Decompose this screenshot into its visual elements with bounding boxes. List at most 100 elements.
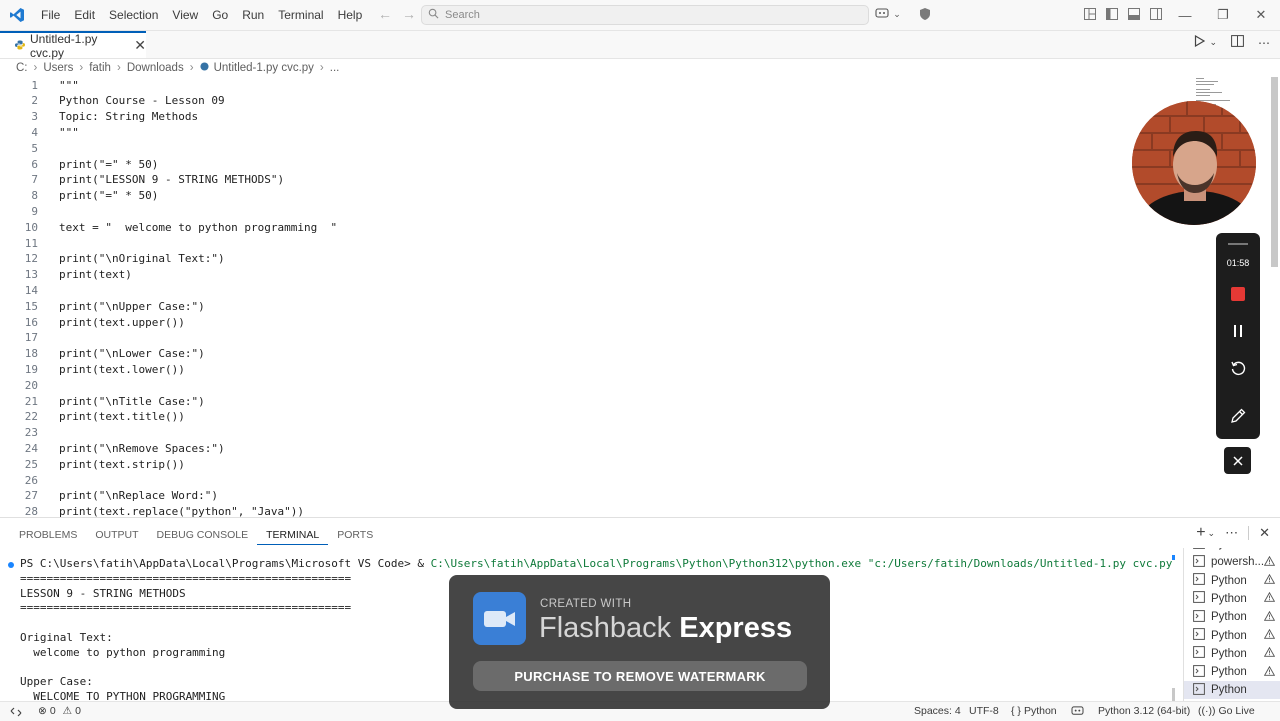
code-line[interactable]: 13 print(text) [0,267,132,283]
code-line[interactable]: 3 Topic: String Methods [0,109,198,125]
encoding-status[interactable]: UTF-8 [969,702,999,721]
accounts-shield-icon[interactable] [918,7,932,26]
command-center-search[interactable]: Search [421,5,869,25]
language-mode-status[interactable]: { } Python [1011,702,1057,721]
minimize-button[interactable]: — [1166,0,1204,30]
run-options-chevron-icon[interactable]: ⌄ [1209,37,1217,48]
menu-help[interactable]: Help [331,0,370,30]
code-editor[interactable]: 1 """ 2 Python Course - Lesson 09 3 Topic: St… [0,77,1270,518]
code-line[interactable]: 20 [0,377,38,393]
code-line[interactable]: 16 print(text.upper()) [0,314,185,330]
indentation-status[interactable]: Spaces: 4 [914,702,961,721]
more-actions-icon[interactable]: ⋯ [1258,36,1270,50]
drag-handle[interactable] [1228,243,1248,245]
toggle-primary-sidebar-icon[interactable] [1105,7,1119,26]
code-line[interactable]: 23 [0,425,38,441]
code-line[interactable]: 6 print("=" * 50) [0,156,158,172]
code-line[interactable]: 17 [0,330,38,346]
code-line[interactable]: 5 [0,140,38,156]
close-icon [1232,455,1243,466]
purchase-to-remove-watermark-button[interactable]: PURCHASE TO REMOVE WATERMARK [473,661,807,691]
code-line[interactable]: 9 [0,203,38,219]
restart-recording-button[interactable] [1216,359,1260,377]
tab-problems[interactable]: PROBLEMS [10,526,86,544]
terminal-profile-chevron-icon[interactable]: ⌄ [1208,528,1216,539]
code-line[interactable]: 8 print("=" * 50) [0,188,158,204]
terminal-instance-item[interactable]: Python [1184,590,1280,608]
close-recorder-button[interactable] [1224,447,1251,474]
menu-go[interactable]: Go [205,0,235,30]
code-line[interactable]: 18 print("\nLower Case:") [0,346,205,362]
tab-output[interactable]: OUTPUT [86,526,147,544]
code-line[interactable]: 10 text = " welcome to python programming… [0,219,337,235]
python-interpreter-status[interactable]: Python 3.12 (64-bit) [1098,702,1190,721]
editor-scrollbar[interactable] [1271,77,1278,267]
chevron-down-icon[interactable]: ⌄ [893,9,901,20]
breadcrumb-downloads[interactable]: Downloads [127,62,184,74]
toggle-secondary-sidebar-icon[interactable] [1149,7,1163,26]
code-line[interactable]: 2 Python Course - Lesson 09 [0,93,224,109]
tab-terminal[interactable]: TERMINAL [257,526,329,545]
breadcrumb-drive[interactable]: C: [16,62,28,74]
menu-selection[interactable]: Selection [102,0,165,30]
code-line[interactable]: 22 print(text.title()) [0,409,185,425]
close-tab-icon[interactable]: ✕ [134,37,146,54]
terminal-instance-item[interactable]: Python [1184,681,1280,700]
code-line[interactable]: 14 [0,282,38,298]
tab-debug-console[interactable]: DEBUG CONSOLE [148,526,258,544]
back-arrow-icon[interactable]: ← [378,6,392,22]
stop-recording-button[interactable] [1216,287,1260,301]
code-line[interactable]: 21 print("\nTitle Case:") [0,393,205,409]
breadcrumb-symbols[interactable]: ... [330,62,340,74]
tab-untitled-1[interactable]: Untitled-1.py cvc.py ✕ [0,31,146,60]
terminal-instance-item[interactable]: Python [1184,548,1280,553]
forward-arrow-icon[interactable]: → [402,6,416,22]
menu-terminal[interactable]: Terminal [271,0,330,30]
menu-edit[interactable]: Edit [67,0,102,30]
terminal-instance-item[interactable]: Python [1184,627,1280,645]
restore-button[interactable]: ❐ [1204,0,1242,30]
remote-indicator[interactable] [10,702,22,721]
breadcrumb-users[interactable]: Users [43,62,73,74]
customize-layout-icon[interactable] [1083,7,1097,26]
draw-annotation-button[interactable] [1216,407,1260,425]
split-editor-icon[interactable] [1231,35,1244,50]
code-text: print("\nLower Case:") [59,347,205,361]
code-line[interactable]: 11 [0,235,38,251]
menu-file[interactable]: File [34,0,67,30]
code-line[interactable]: 28 print(text.replace("python", "Java")) [0,504,304,517]
close-panel-icon[interactable]: ✕ [1259,525,1270,541]
tab-ports[interactable]: PORTS [328,526,382,544]
terminal-instance-item[interactable]: powersh... [1184,553,1280,571]
code-line[interactable]: 25 print(text.strip()) [0,456,185,472]
code-line[interactable]: 4 """ [0,124,79,140]
terminal-scrollbar[interactable] [1172,688,1175,702]
code-line[interactable]: 26 [0,472,38,488]
code-text: print(text.lower()) [59,362,185,376]
terminal-instance-item[interactable]: Python [1184,608,1280,626]
menu-view[interactable]: View [165,0,205,30]
terminal-instance-item[interactable]: Python [1184,645,1280,663]
code-line[interactable]: 1 """ [0,77,79,93]
panel-more-actions-icon[interactable]: ⋯ [1225,525,1238,541]
code-line[interactable]: 19 print(text.lower()) [0,361,185,377]
copilot-status-icon[interactable] [1071,702,1084,721]
menu-run[interactable]: Run [235,0,271,30]
code-line[interactable]: 27 print("\nReplace Word:") [0,488,218,504]
code-line[interactable]: 7 print("LESSON 9 - STRING METHODS") [0,172,284,188]
close-window-button[interactable]: ✕ [1242,0,1280,30]
run-python-file-icon[interactable] [1194,34,1206,50]
breadcrumb-file[interactable]: Untitled-1.py cvc.py [214,62,314,74]
code-line[interactable]: 15 print("\nUpper Case:") [0,298,205,314]
code-line[interactable]: 12 print("\nOriginal Text:") [0,251,225,267]
pause-recording-button[interactable] [1216,324,1260,338]
copilot-button[interactable]: ⌄ [868,5,908,23]
toggle-panel-icon[interactable] [1127,7,1141,26]
terminal-instance-item[interactable]: Python [1184,572,1280,590]
terminal-instance-item[interactable]: Python [1184,663,1280,681]
code-line[interactable]: 24 print("\nRemove Spaces:") [0,440,225,456]
problems-indicator[interactable]: ⊗ 0 ⚠ 0 [38,702,81,721]
go-live-button[interactable]: ((·)) Go Live [1198,702,1255,721]
breadcrumb-fatih[interactable]: fatih [89,62,111,74]
new-terminal-plus-icon[interactable]: + [1196,524,1205,542]
